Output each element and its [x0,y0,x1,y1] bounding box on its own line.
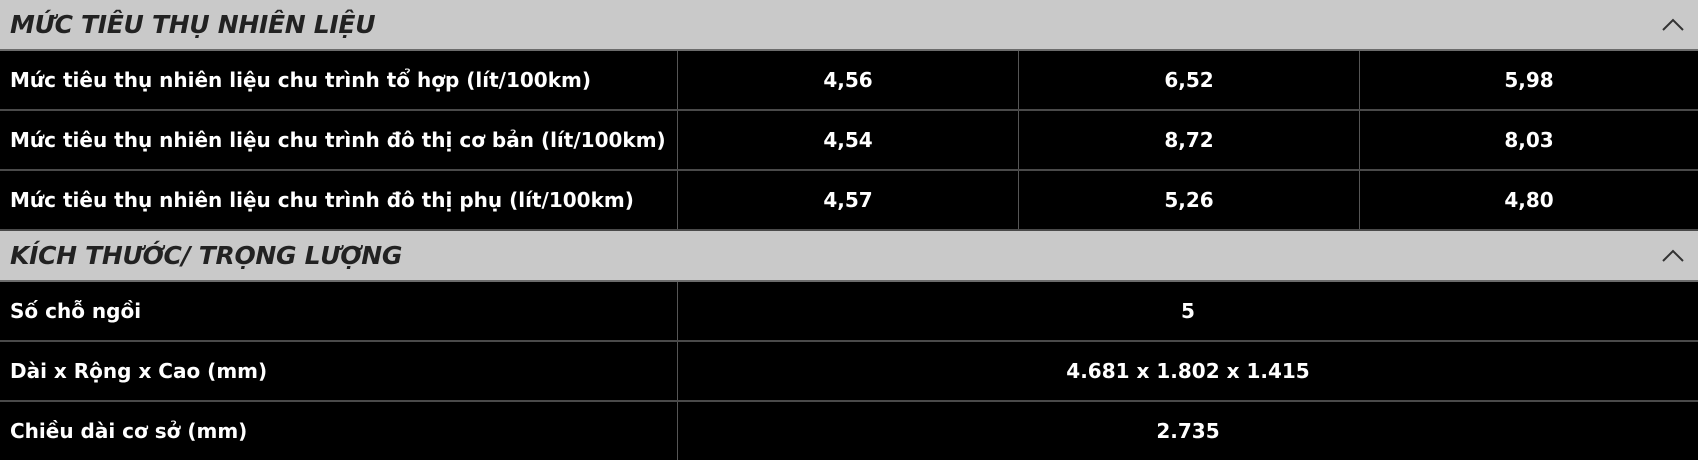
table-row: Mức tiêu thụ nhiên liệu chu trình đô thị… [0,171,1698,231]
row-value: 4,54 [678,111,1019,169]
row-value: 5,26 [1019,171,1360,229]
row-value: 4,80 [1504,188,1554,212]
table-row: Dài x Rộng x Cao (mm) 4.681 x 1.802 x 1.… [0,342,1698,402]
table-row: Chiều dài cơ sở (mm) 2.735 [0,402,1698,460]
section-header-dimensions[interactable]: KÍCH THƯỚC/ TRỌNG LƯỢNG [0,231,1698,282]
row-value: 2.735 [1156,419,1220,443]
chevron-up-icon[interactable] [1658,10,1688,40]
row-label: Dài x Rộng x Cao (mm) [0,342,678,400]
row-value: 4,56 [678,51,1019,109]
row-label: Mức tiêu thụ nhiên liệu chu trình đô thị… [0,111,678,169]
row-label: Mức tiêu thụ nhiên liệu chu trình đô thị… [0,171,678,229]
table-row: Số chỗ ngồi 5 [0,282,1698,342]
table-row: Mức tiêu thụ nhiên liệu chu trình đô thị… [0,111,1698,171]
row-label: Mức tiêu thụ nhiên liệu chu trình tổ hợp… [0,51,678,109]
row-label: Số chỗ ngồi [0,282,678,340]
section-title: MỨC TIÊU THỤ NHIÊN LIỆU [10,10,376,39]
row-value: 5,98 [1504,68,1554,92]
row-value: 6,52 [1019,51,1360,109]
row-value: 8,72 [1019,111,1360,169]
row-value: 8,03 [1504,128,1554,152]
section-title: KÍCH THƯỚC/ TRỌNG LƯỢNG [10,241,403,270]
row-label: Chiều dài cơ sở (mm) [0,402,678,460]
chevron-up-icon[interactable] [1658,241,1688,271]
row-value: 5 [1181,299,1195,323]
spec-table: MỨC TIÊU THỤ NHIÊN LIỆU Mức tiêu thụ nhi… [0,0,1698,460]
table-row: Mức tiêu thụ nhiên liệu chu trình tổ hợp… [0,51,1698,111]
row-value: 4.681 x 1.802 x 1.415 [1066,359,1310,383]
row-value: 4,57 [678,171,1019,229]
section-header-fuel[interactable]: MỨC TIÊU THỤ NHIÊN LIỆU [0,0,1698,51]
